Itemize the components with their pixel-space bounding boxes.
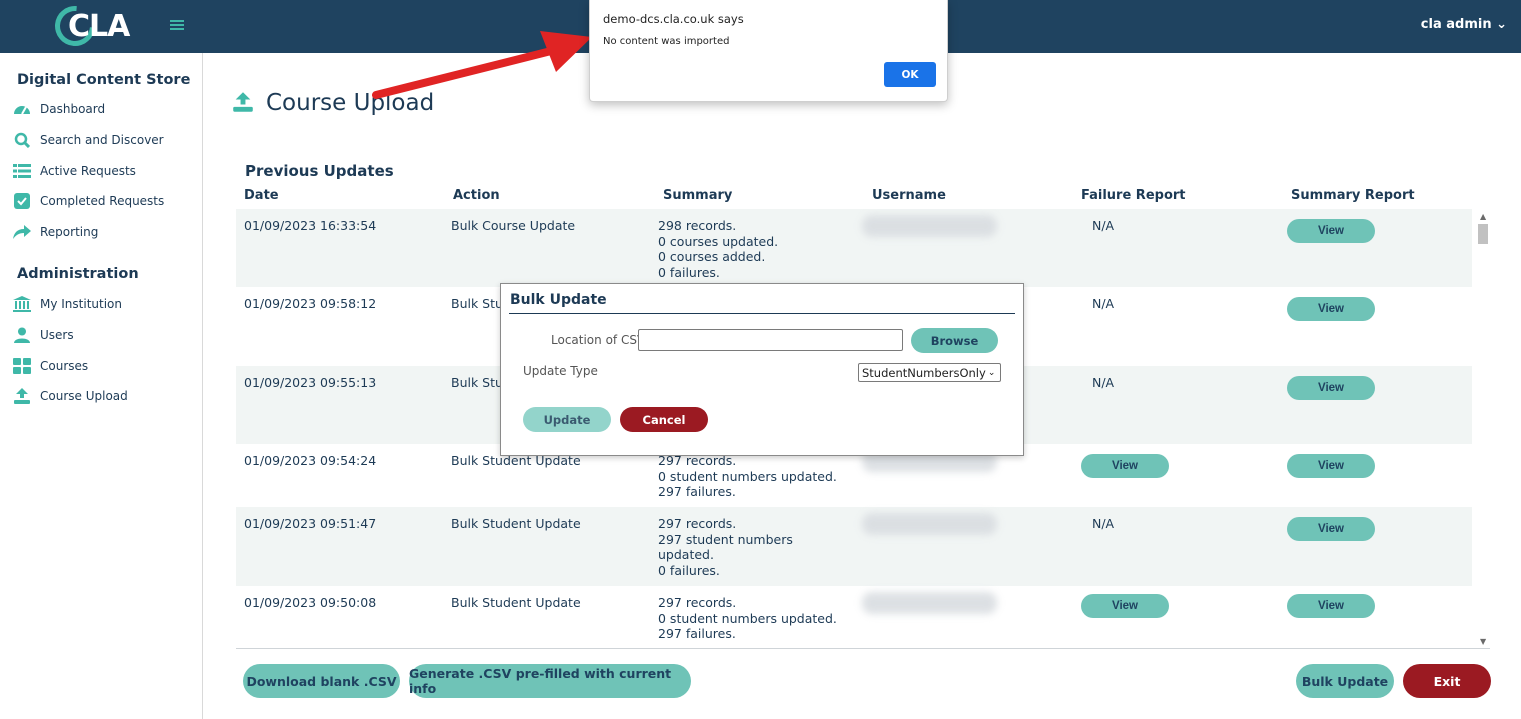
sidebar-section-administration: Administration: [17, 266, 139, 282]
cell-date: 01/09/2023 09:51:47: [244, 516, 377, 531]
cell-failure-report: N/A: [1092, 296, 1115, 311]
sidebar-item-course-upload[interactable]: Course Upload: [12, 386, 128, 406]
table-header: Date Action Summary Username Failure Rep…: [236, 188, 1490, 208]
column-header-action[interactable]: Action: [453, 188, 500, 203]
cell-summary: 298 records. 0 courses updated. 0 course…: [658, 218, 779, 280]
exit-button[interactable]: Exit: [1403, 664, 1491, 698]
cell-action: Bulk Student Update: [451, 595, 581, 610]
view-summary-report-button[interactable]: View: [1287, 376, 1375, 400]
cell-failure-report: N/A: [1092, 218, 1115, 233]
scroll-up-arrow-icon[interactable]: ▲: [1480, 212, 1486, 221]
cell-action: Bulk Student Update: [451, 516, 581, 531]
redacted-username: [862, 592, 997, 614]
dashboard-icon: [12, 100, 32, 118]
sidebar-section-digital-content-store: Digital Content Store: [17, 72, 191, 88]
cell-date: 01/09/2023 09:55:13: [244, 375, 377, 390]
csv-location-input[interactable]: [638, 329, 903, 351]
dialog-divider: [509, 313, 1015, 314]
alert-message: No content was imported: [603, 36, 730, 47]
table-row: 01/09/2023 09:50:08 Bulk Student Update …: [236, 586, 1472, 648]
browser-alert-dialog: demo-dcs.cla.co.uk says No content was i…: [589, 0, 948, 102]
alert-title: demo-dcs.cla.co.uk says: [603, 12, 744, 26]
alert-ok-button[interactable]: OK: [884, 62, 936, 87]
bulk-update-button[interactable]: Bulk Update: [1296, 664, 1394, 698]
cla-logo[interactable]: CLA: [46, 0, 130, 55]
sidebar-item-label: Users: [40, 328, 74, 342]
view-summary-report-button[interactable]: View: [1287, 517, 1375, 541]
cell-date: 01/09/2023 09:54:24: [244, 453, 377, 468]
upload-icon: [232, 92, 254, 114]
cell-summary: 297 records. 297 student numbers updated…: [658, 516, 793, 578]
redacted-username: [862, 513, 997, 535]
view-summary-report-button[interactable]: View: [1287, 297, 1375, 321]
column-header-username[interactable]: Username: [872, 188, 946, 203]
grid-icon: [12, 357, 32, 375]
sidebar-item-label: Completed Requests: [40, 194, 165, 208]
cell-date: 01/09/2023 09:58:12: [244, 296, 377, 311]
browse-button[interactable]: Browse: [911, 328, 998, 353]
scroll-down-arrow-icon[interactable]: ▼: [1480, 637, 1486, 646]
share-arrow-icon: [12, 223, 32, 241]
cell-summary: 297 records. 0 student numbers updated. …: [658, 595, 837, 641]
view-failure-report-button[interactable]: View: [1081, 454, 1169, 478]
update-type-select[interactable]: StudentNumbersOnly ⌄: [858, 363, 1001, 382]
cell-date: 01/09/2023 16:33:54: [244, 218, 377, 233]
cell-action: Bulk Course Update: [451, 218, 576, 233]
sidebar-item-completed-requests[interactable]: Completed Requests: [12, 191, 164, 211]
sidebar-item-label: Dashboard: [40, 102, 106, 116]
table-row: 01/09/2023 09:51:47 Bulk Student Update …: [236, 507, 1472, 586]
update-button[interactable]: Update: [523, 407, 611, 432]
cell-failure-report: N/A: [1092, 516, 1115, 531]
logo-text: CLA: [68, 8, 130, 44]
hamburger-menu-icon[interactable]: [170, 18, 184, 32]
column-header-summary-report[interactable]: Summary Report: [1291, 188, 1415, 203]
user-menu[interactable]: cla admin ⌄: [1421, 17, 1507, 32]
update-type-label: Update Type: [523, 364, 598, 378]
cancel-button[interactable]: Cancel: [620, 407, 708, 432]
sidebar-item-my-institution[interactable]: My Institution: [12, 294, 122, 314]
institution-icon: [12, 295, 32, 313]
user-icon: [12, 326, 32, 344]
sidebar-item-label: Courses: [40, 359, 89, 373]
list-icon: [12, 162, 32, 180]
dialog-title: Bulk Update: [510, 292, 607, 308]
sidebar-item-users[interactable]: Users: [12, 325, 74, 345]
sidebar-item-label: Active Requests: [40, 164, 136, 178]
view-summary-report-button[interactable]: View: [1287, 454, 1375, 478]
column-header-date[interactable]: Date: [244, 188, 279, 203]
generate-prefilled-csv-button[interactable]: Generate .CSV pre-filled with current in…: [409, 664, 691, 698]
cell-failure-report: N/A: [1092, 375, 1115, 390]
sidebar-item-courses[interactable]: Courses: [12, 356, 88, 376]
upload-icon: [12, 387, 32, 405]
checkbox-icon: [12, 192, 32, 210]
bulk-update-dialog: Bulk Update Location of CSV file: Browse…: [500, 283, 1024, 456]
sidebar-item-active-requests[interactable]: Active Requests: [12, 161, 136, 181]
sidebar-item-label: Course Upload: [40, 389, 128, 403]
cell-date: 01/09/2023 09:50:08: [244, 595, 377, 610]
column-header-failure-report[interactable]: Failure Report: [1081, 188, 1186, 203]
sidebar-item-label: Search and Discover: [40, 133, 164, 147]
table-scrollbar-thumb[interactable]: [1478, 224, 1488, 244]
sidebar-item-search-and-discover[interactable]: Search and Discover: [12, 130, 164, 150]
sidebar-item-label: Reporting: [40, 225, 99, 239]
redacted-username: [862, 215, 997, 237]
view-failure-report-button[interactable]: View: [1081, 594, 1169, 618]
cell-summary: 297 records. 0 student numbers updated. …: [658, 453, 837, 499]
table-row: 01/09/2023 16:33:54 Bulk Course Update 2…: [236, 209, 1472, 287]
sidebar-item-label: My Institution: [40, 297, 123, 311]
sidebar-item-dashboard[interactable]: Dashboard: [12, 99, 105, 119]
sidebar-item-reporting[interactable]: Reporting: [12, 222, 98, 242]
view-summary-report-button[interactable]: View: [1287, 219, 1375, 243]
annotation-arrow-icon: [372, 31, 592, 99]
search-icon: [12, 131, 32, 149]
view-summary-report-button[interactable]: View: [1287, 594, 1375, 618]
previous-updates-heading: Previous Updates: [245, 162, 394, 180]
download-blank-csv-button[interactable]: Download blank .CSV: [243, 664, 400, 698]
column-header-summary[interactable]: Summary: [663, 188, 732, 203]
update-type-selected-value: StudentNumbersOnly: [862, 365, 986, 380]
chevron-down-icon: ⌄: [987, 367, 996, 378]
sidebar: Digital Content Store Dashboard Search a…: [0, 53, 203, 719]
